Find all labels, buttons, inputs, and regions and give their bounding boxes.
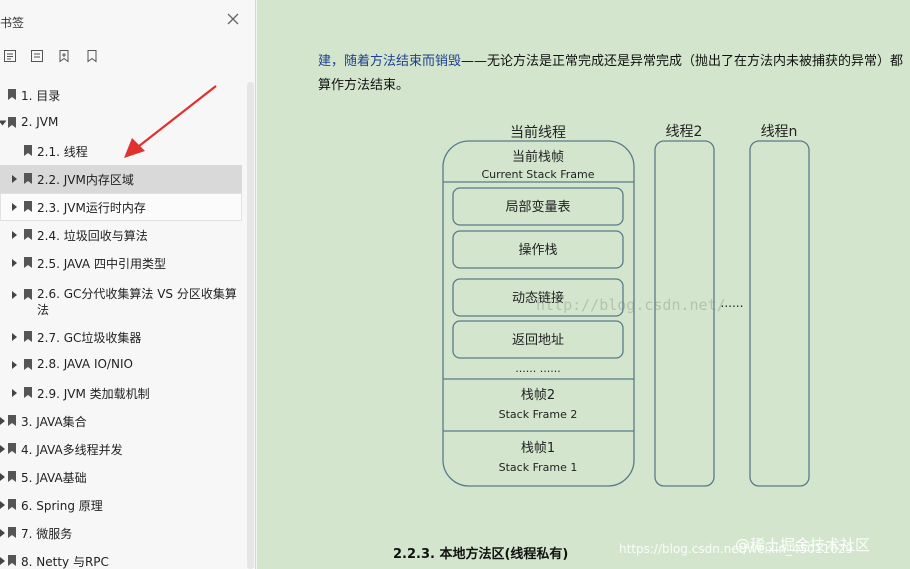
- bookmark-item-java-basics[interactable]: 5. JAVA基础: [0, 463, 242, 491]
- bookmark-item-java-collections[interactable]: 3. JAVA集合: [0, 407, 242, 435]
- bookmark-label: 2. JVM: [21, 115, 59, 129]
- bookmark-item-java-concurrency[interactable]: 4. JAVA多线程并发: [0, 435, 242, 463]
- bookmark-label: 2.2. JVM内存区域: [37, 173, 134, 187]
- bookmark-icon: [8, 471, 16, 482]
- bookmark-icon: [8, 117, 16, 128]
- chevron-right-icon[interactable]: [0, 417, 5, 425]
- bookmark-item-java-io-nio[interactable]: 2.8. JAVA IO/NIO: [0, 351, 242, 379]
- document-page: 建，随着方法结束而销毁——无论方法是正常完成还是异常完成（抛出了在方法内未被捕获…: [257, 0, 910, 569]
- bookmark-label: 5. JAVA基础: [21, 471, 87, 485]
- operand-stack-label: 操作栈: [518, 242, 557, 258]
- bookmark-label: 2.8. JAVA IO/NIO: [37, 357, 133, 371]
- bookmark-icon: [24, 359, 32, 370]
- bookmark-item-jvm-runtime-memory[interactable]: 2.3. JVM运行时内存: [0, 193, 242, 221]
- bookmark-label: 3. JAVA集合: [21, 415, 87, 429]
- chevron-right-icon[interactable]: [12, 389, 17, 397]
- chevron-right-icon[interactable]: [0, 473, 5, 481]
- chevron-right-icon[interactable]: [12, 259, 17, 267]
- bookmark-item-catalog[interactable]: 1. 目录: [0, 81, 242, 109]
- bookmark-icon[interactable]: [84, 48, 100, 64]
- chevron-down-icon[interactable]: [0, 120, 7, 126]
- bookmark-label: 7. 微服务: [21, 527, 73, 541]
- frame1-cn: 栈帧1: [521, 441, 555, 456]
- bookmark-item-microservices[interactable]: 7. 微服务: [0, 519, 242, 547]
- chevron-right-icon[interactable]: [0, 529, 5, 537]
- current-frame-cn: 当前栈帧: [512, 149, 564, 165]
- bookmark-label: 8. Netty 与RPC: [21, 555, 109, 569]
- bookmark-icon: [24, 145, 32, 156]
- bookmark-item-class-loading[interactable]: 2.9. JVM 类加载机制: [0, 379, 242, 407]
- bookmark-icon: [24, 173, 32, 184]
- body-paragraph: 建，随着方法结束而销毁——无论方法是正常完成还是异常完成（抛出了在方法内未被捕获…: [318, 50, 908, 98]
- bookmarks-panel: 书签 1. 目录 2. JVM 2.1. 线程 2.2. JVM内存区域 2.3…: [0, 0, 256, 569]
- bookmark-icon: [24, 289, 32, 300]
- chevron-right-icon[interactable]: [0, 557, 5, 565]
- bookmark-icon: [8, 527, 16, 538]
- chevron-right-icon[interactable]: [0, 445, 5, 453]
- highlight-text: 建，随着方法结束而销毁: [318, 54, 462, 69]
- bookmark-icon: [8, 499, 16, 510]
- bookmark-item-spring[interactable]: 6. Spring 原理: [0, 491, 242, 519]
- bookmark-item-reference-types[interactable]: 2.5. JAVA 四中引用类型: [0, 249, 242, 277]
- chevron-right-icon[interactable]: [12, 333, 17, 341]
- chevron-right-icon[interactable]: [12, 291, 17, 299]
- bookmark-icon: [24, 201, 32, 212]
- watermark-brand: @稀土掘金技术社区: [735, 536, 871, 554]
- bookmark-icon: [24, 229, 32, 240]
- chevron-right-icon[interactable]: [12, 231, 17, 239]
- watermark-center: http://blog.csdn.net/: [536, 296, 726, 314]
- add-bookmark-icon[interactable]: [56, 48, 72, 64]
- bookmark-icon: [8, 555, 16, 566]
- chevron-right-icon[interactable]: [12, 361, 17, 369]
- bookmark-icon: [8, 415, 16, 426]
- threadn-box: [749, 140, 810, 487]
- bookmark-item-gc-generational[interactable]: 2.6. GC分代收集算法 VS 分区收集算法: [0, 277, 242, 321]
- bookmark-item-gc-collector[interactable]: 2.7. GC垃圾收集器: [0, 323, 242, 351]
- frame2-en: Stack Frame 2: [499, 408, 578, 421]
- inner-ellipsis: ...... ......: [515, 362, 560, 375]
- bookmark-label: 6. Spring 原理: [21, 499, 103, 513]
- bookmark-label: 2.5. JAVA 四中引用类型: [37, 257, 166, 271]
- bookmark-icon: [24, 387, 32, 398]
- bookmark-label: 2.6. GC分代收集算法 VS 分区收集算法: [37, 287, 237, 317]
- collapse-all-icon[interactable]: [29, 48, 45, 64]
- bookmark-item-jvm[interactable]: 2. JVM: [0, 109, 242, 137]
- bookmark-item-netty-rpc[interactable]: 8. Netty 与RPC: [0, 547, 242, 569]
- current-frame-en: Current Stack Frame: [481, 168, 594, 181]
- bookmark-label: 2.1. 线程: [37, 145, 88, 159]
- bookmarks-scrollbar[interactable]: [247, 82, 254, 569]
- bookmark-item-thread[interactable]: 2.1. 线程: [0, 137, 242, 165]
- bookmarks-title: 书签: [0, 16, 25, 30]
- bookmark-icon: [24, 257, 32, 268]
- bookmark-icon: [8, 89, 16, 100]
- thread1-label: 当前线程: [510, 124, 566, 141]
- bookmark-item-gc-algorithm[interactable]: 2.4. 垃圾回收与算法: [0, 221, 242, 249]
- bookmark-label: 2.3. JVM运行时内存: [37, 201, 146, 215]
- frame1-en: Stack Frame 1: [499, 461, 578, 474]
- thread2-label: 线程2: [666, 124, 703, 140]
- chevron-right-icon[interactable]: [12, 203, 17, 211]
- bookmark-icon: [24, 331, 32, 342]
- chevron-right-icon[interactable]: [12, 175, 17, 183]
- threadn-label: 线程n: [761, 124, 798, 140]
- bookmark-label: 4. JAVA多线程并发: [21, 443, 123, 457]
- expand-all-icon[interactable]: [2, 48, 18, 64]
- bookmark-label: 2.7. GC垃圾收集器: [37, 331, 142, 345]
- local-vars-label: 局部变量表: [505, 199, 570, 215]
- chevron-right-icon[interactable]: [0, 501, 5, 509]
- close-icon[interactable]: [226, 12, 240, 26]
- section-heading: 2.2.3. 本地方法区(线程私有): [393, 547, 569, 562]
- bookmarks-header: 书签: [0, 0, 256, 42]
- bookmark-label: 2.4. 垃圾回收与算法: [37, 229, 148, 243]
- bookmark-item-jvm-memory-area[interactable]: 2.2. JVM内存区域: [0, 165, 242, 193]
- bookmark-icon: [8, 443, 16, 454]
- return-addr-label: 返回地址: [512, 333, 564, 348]
- frame2-cn: 栈帧2: [521, 388, 555, 403]
- bookmark-label: 1. 目录: [21, 89, 61, 103]
- bookmark-label: 2.9. JVM 类加载机制: [37, 387, 150, 401]
